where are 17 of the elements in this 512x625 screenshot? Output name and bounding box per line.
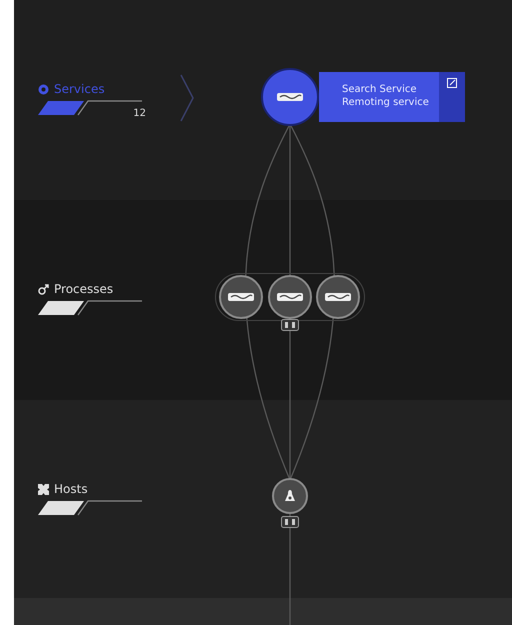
service-card[interactable]: Search Service Remoting service	[319, 72, 465, 122]
service-subtitle: Remoting service	[342, 97, 430, 108]
instance-badge-icon	[281, 516, 299, 528]
external-link-icon	[447, 78, 457, 88]
logo-icon	[277, 93, 303, 101]
logo-icon	[228, 293, 254, 301]
layer-label[interactable]: Hosts	[54, 482, 88, 496]
open-external-button[interactable]	[439, 72, 465, 122]
logo-icon	[325, 293, 351, 301]
service-title: Search Service	[342, 84, 418, 95]
layer-count: 12	[133, 108, 146, 119]
logo-icon	[277, 293, 303, 301]
instance-badge-icon	[281, 319, 299, 331]
process-icon	[38, 284, 49, 294]
host-icon	[38, 484, 49, 494]
layer-label[interactable]: Processes	[54, 282, 114, 296]
chevron-icon	[180, 74, 194, 122]
